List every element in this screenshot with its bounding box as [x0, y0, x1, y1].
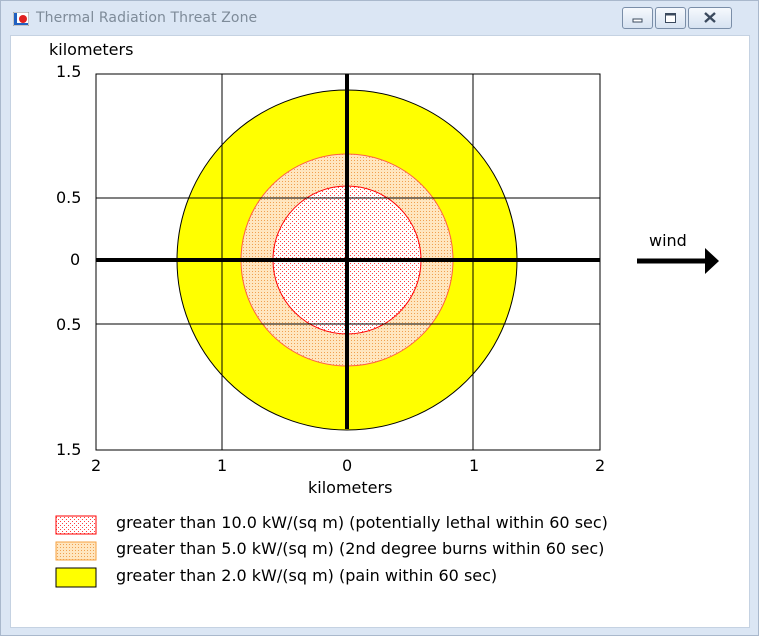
x-tick-label: 0 [342, 456, 353, 475]
legend-label-lethal: greater than 10.0 kW/(sq m) (potentially… [116, 513, 608, 532]
x-tick-label: 2 [595, 456, 606, 475]
legend-swatch-lethal [55, 515, 97, 535]
legend-swatch-pain [55, 567, 97, 588]
legend-label-pain: greater than 2.0 kW/(sq m) (pain within … [116, 566, 498, 585]
y-tick-label: 0.5 [56, 315, 82, 334]
x-axis-unit-label: kilometers [308, 478, 393, 497]
minimize-icon [632, 18, 643, 23]
maximize-icon [665, 13, 676, 23]
legend-label-burns: greater than 5.0 kW/(sq m) (2nd degree b… [116, 539, 605, 558]
close-icon [704, 12, 716, 23]
x-tick-label: 1 [217, 456, 228, 475]
app-window: Thermal Radiation Threat Zone kilometers… [0, 0, 759, 636]
title-bar[interactable]: Thermal Radiation Threat Zone [1, 1, 758, 35]
y-tick-label: 1.5 [56, 62, 82, 81]
maximize-button[interactable] [655, 7, 686, 29]
client-area: kilometers 1.5 0.5 0 0.5 1.5 2 1 0 1 2 k… [10, 35, 750, 628]
window-title: Thermal Radiation Threat Zone [36, 10, 258, 26]
y-tick-label: 0 [70, 250, 81, 269]
y-tick-label: 1.5 [56, 440, 82, 459]
y-axis-unit-label: kilometers [49, 40, 134, 59]
x-tick-label: 2 [91, 456, 102, 475]
y-tick-label: 0.5 [56, 188, 82, 207]
app-icon [13, 12, 29, 26]
wind-label: wind [649, 231, 687, 250]
x-tick-label: 1 [469, 456, 480, 475]
close-button[interactable] [688, 7, 732, 29]
minimize-button[interactable] [622, 7, 653, 29]
wind-arrow-icon [637, 248, 719, 274]
legend-swatch-burns [55, 541, 97, 561]
